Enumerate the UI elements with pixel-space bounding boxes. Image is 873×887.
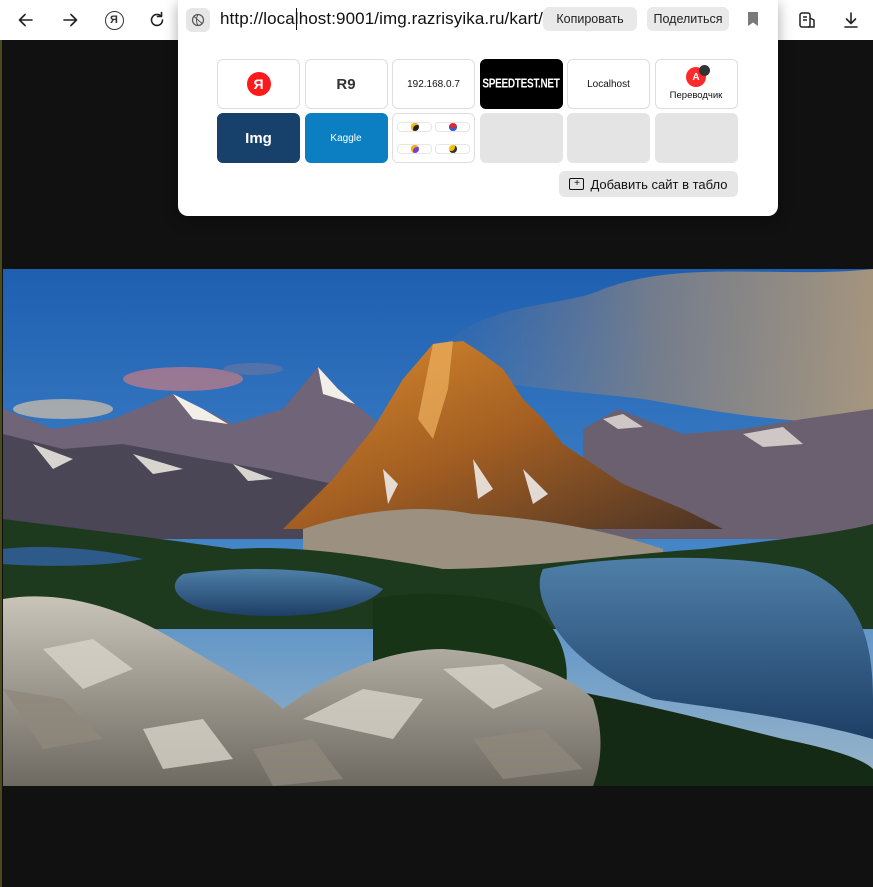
add-icon: +: [569, 178, 585, 190]
tile-label: Переводчик: [669, 90, 723, 101]
tile-img[interactable]: Img: [217, 113, 300, 163]
folder-site-icon: [397, 143, 432, 154]
address-bar[interactable]: http://localhost:9001/img.razrisyika.ru/…: [178, 0, 778, 40]
back-button[interactable]: [10, 4, 42, 36]
bookmark-icon[interactable]: [746, 11, 760, 27]
speed-dial: Я R9 192.168.0.7 SPEEDTEST.NET Localhost…: [217, 59, 738, 163]
tile-yandex[interactable]: Я: [217, 59, 300, 109]
tile-empty[interactable]: [567, 113, 650, 163]
folder-site-icon: [435, 143, 470, 154]
tile-empty[interactable]: [479, 113, 563, 163]
globe-icon: [191, 13, 205, 27]
add-site-button[interactable]: + Добавить сайт в табло: [559, 171, 738, 197]
landscape-image: [3, 269, 873, 786]
share-button[interactable]: Поделиться: [647, 7, 729, 31]
downloads-button[interactable]: [835, 4, 867, 36]
yandex-button[interactable]: Я: [98, 4, 130, 36]
tile-label: R9: [336, 75, 356, 93]
tile-label: 192.168.0.7: [407, 78, 460, 90]
tile-folder[interactable]: [392, 113, 475, 163]
tile-translator[interactable]: A Переводчик: [654, 59, 738, 109]
address-bar-popup: http://localhost:9001/img.razrisyika.ru/…: [178, 0, 778, 216]
reader-icon: [799, 12, 815, 28]
copy-button[interactable]: Копировать: [543, 7, 637, 31]
yandex-icon: Я: [104, 10, 124, 30]
add-site-label: Добавить сайт в табло: [590, 176, 728, 192]
folder-site-icon: [435, 122, 470, 133]
speedtest-logo: SPEEDTEST.NET: [482, 76, 560, 92]
window-edge: [0, 40, 2, 887]
forward-icon: [63, 13, 78, 27]
reader-mode-button[interactable]: [791, 4, 823, 36]
tile-empty[interactable]: [654, 113, 738, 163]
tile-local-ip[interactable]: 192.168.0.7: [392, 59, 475, 109]
url-input[interactable]: http://localhost:9001/img.razrisyika.ru/…: [220, 9, 543, 29]
reload-button[interactable]: [141, 4, 173, 36]
tile-label: Img: [245, 129, 272, 147]
tile-kaggle[interactable]: Kaggle: [304, 113, 388, 163]
tile-localhost[interactable]: Localhost: [567, 59, 650, 109]
site-info-button[interactable]: [186, 8, 210, 32]
reload-icon: [150, 11, 164, 27]
text-cursor: [296, 8, 297, 30]
tile-label: Kaggle: [330, 132, 362, 144]
tile-r9[interactable]: R9: [304, 59, 388, 109]
translator-icon: A: [686, 65, 710, 87]
tile-label: Localhost: [587, 78, 630, 90]
back-icon: [18, 13, 33, 27]
tile-speedtest[interactable]: SPEEDTEST.NET: [479, 59, 563, 109]
forward-button[interactable]: [54, 4, 86, 36]
yandex-logo-icon: Я: [246, 72, 271, 96]
download-icon: [844, 12, 858, 28]
folder-site-icon: [397, 122, 432, 133]
